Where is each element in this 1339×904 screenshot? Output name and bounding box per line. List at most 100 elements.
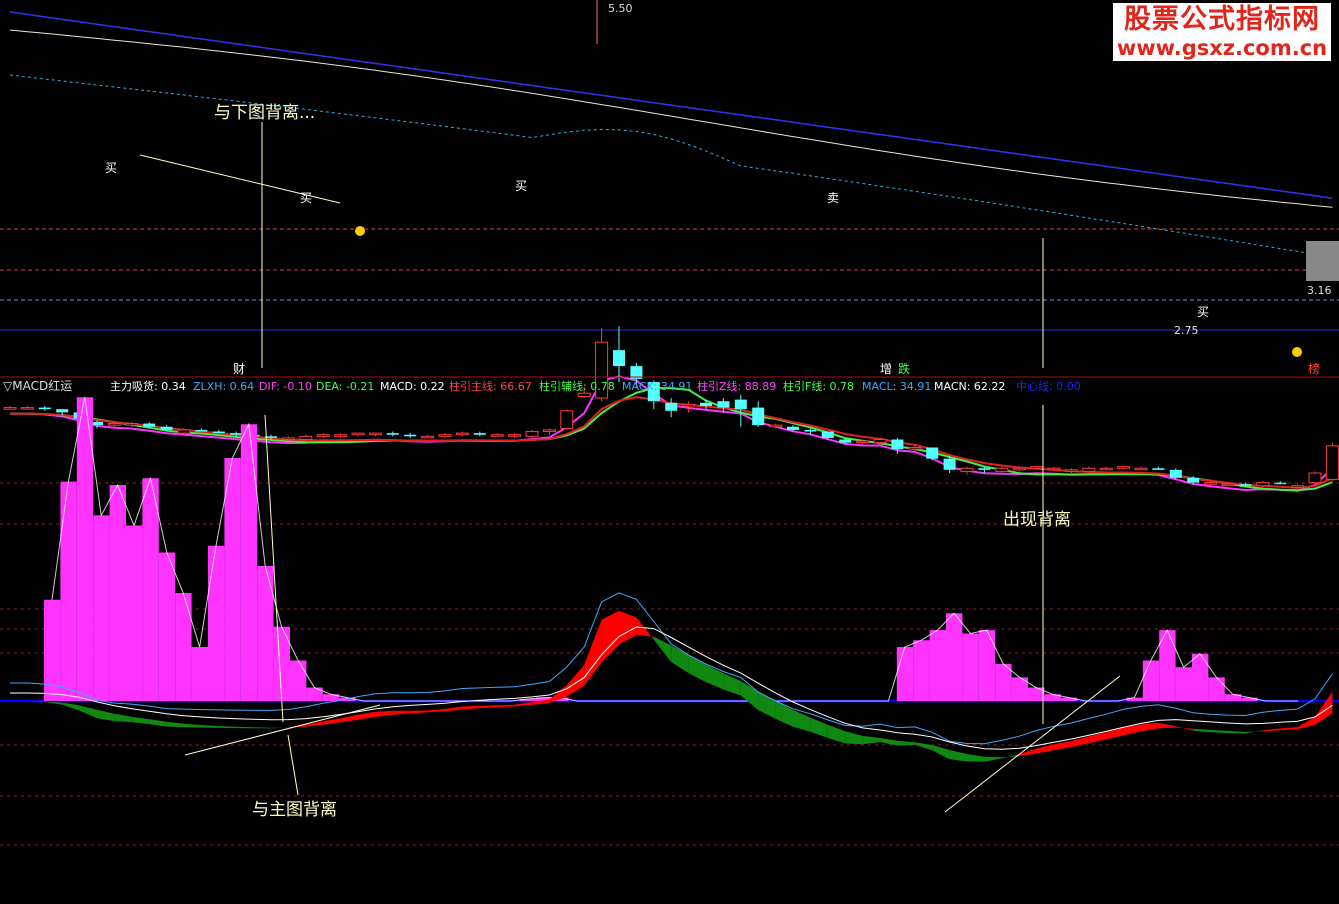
macd-band-segment xyxy=(932,745,950,760)
macd-band-segment xyxy=(880,738,898,746)
macd-band-segment xyxy=(479,705,498,709)
candle xyxy=(1239,484,1252,486)
indicator-field: MACD: 0.22 xyxy=(380,380,445,393)
macd-band-segment xyxy=(218,726,237,729)
candle xyxy=(577,392,591,397)
macd-band-segment xyxy=(358,711,376,720)
candle xyxy=(752,407,765,426)
axis-marker-die: 跌 xyxy=(898,361,910,376)
macd-band-segment xyxy=(97,709,115,722)
histogram-bar xyxy=(1192,653,1209,701)
histogram-bar xyxy=(60,481,77,701)
candle xyxy=(1152,468,1165,470)
histogram-bar xyxy=(224,458,241,701)
candle xyxy=(700,402,712,406)
candle xyxy=(943,458,956,470)
candle xyxy=(1117,466,1131,469)
histogram-bar xyxy=(1142,660,1160,701)
indicator-field: MACK: 34.91 xyxy=(622,380,692,393)
candle xyxy=(787,426,799,430)
histogram-bar xyxy=(995,663,1012,701)
histogram-bar xyxy=(962,633,979,701)
axis-marker-bang: 榜 xyxy=(1308,361,1320,376)
macd-band-segment xyxy=(601,610,619,663)
macd-band-segment xyxy=(1262,728,1281,732)
watermark: 股票公式指标网 www.gsxz.com.cn xyxy=(1113,3,1331,61)
macd-band-segment xyxy=(375,710,393,717)
candle xyxy=(856,440,870,444)
signal-dot xyxy=(1292,347,1302,357)
histogram-bar xyxy=(109,485,126,701)
histogram-bar xyxy=(1208,677,1225,701)
indicator-field: ZLXH: 0.64 xyxy=(193,380,254,393)
candle xyxy=(230,433,243,435)
candle xyxy=(542,429,556,433)
macd-band-segment xyxy=(897,740,915,746)
macd-band-segment xyxy=(1228,731,1246,734)
divergence-note-right: 出现背离 xyxy=(1003,510,1071,530)
macd-band-segment xyxy=(1193,728,1211,733)
axis-marker-zeng: 增 xyxy=(880,362,892,376)
candle xyxy=(3,407,17,410)
candle xyxy=(386,433,399,435)
divergence-note-bottom: 与主图背离 xyxy=(252,800,337,820)
candle xyxy=(177,429,191,434)
candle xyxy=(299,435,313,441)
candle xyxy=(1082,467,1096,472)
watermark-url: www.gsxz.com.cn xyxy=(1116,36,1328,60)
macd-band-segment xyxy=(1245,730,1263,734)
indicator-name[interactable]: ▽MACD红运 xyxy=(3,378,72,393)
buy-mark: 买 xyxy=(515,179,527,193)
macd-band-segment xyxy=(184,723,202,728)
macd-band-segment xyxy=(271,727,289,729)
candle xyxy=(1308,472,1322,484)
macd-band-segment xyxy=(949,750,967,762)
macd-band-segment xyxy=(79,705,97,719)
candle xyxy=(717,401,730,408)
macd-band-segment xyxy=(619,610,637,645)
indicator-field: DIF: -0.10 xyxy=(259,380,312,393)
macd-band-segment xyxy=(845,731,863,745)
histogram-bar xyxy=(896,647,914,701)
candle xyxy=(525,431,539,437)
indicator-field: MACN: 62.22 xyxy=(934,380,1005,393)
macd-band-segment xyxy=(1141,722,1159,732)
histogram-bar xyxy=(93,515,110,701)
candle xyxy=(1064,469,1078,472)
volume-block xyxy=(1306,241,1339,281)
indicator-field: DEA: -0.21 xyxy=(316,380,374,393)
macd-band-segment xyxy=(340,714,358,723)
candle xyxy=(1169,469,1182,478)
macd-band-segment xyxy=(1054,741,1072,751)
indicator-field: 柱引主线: 66.67 xyxy=(449,379,532,393)
indicator-field: 中心线: 0.00 xyxy=(1016,379,1081,393)
candle xyxy=(839,439,852,443)
macd-band-segment xyxy=(514,702,532,707)
indicator-field: 柱引Z线: 88.89 xyxy=(697,379,776,393)
candle xyxy=(455,432,469,436)
price-label-low: 2.75 xyxy=(1174,324,1199,337)
macd-band-segment xyxy=(1175,726,1194,731)
candle xyxy=(56,409,69,413)
candle xyxy=(821,431,834,438)
macd-band-segment xyxy=(1088,732,1107,744)
indicator-field: 主力吸货: 0.34 xyxy=(110,379,186,393)
candle xyxy=(560,410,574,429)
macd-band-segment xyxy=(131,716,150,725)
histogram-bar xyxy=(1175,667,1192,701)
macd-band-segment xyxy=(462,705,480,710)
candle xyxy=(281,437,295,440)
indicator-field: MACL: 34.91 xyxy=(862,380,931,393)
histogram-bar xyxy=(142,478,159,701)
candle xyxy=(995,467,1009,472)
candle xyxy=(368,432,382,436)
macd-band-segment xyxy=(253,727,271,729)
macd-band-segment xyxy=(967,754,985,762)
buy-mark: 买 xyxy=(300,191,312,205)
histogram-bar xyxy=(158,552,176,701)
candle xyxy=(1012,467,1026,471)
histogram-bar xyxy=(175,593,192,701)
axis-marker-cai: 财 xyxy=(233,362,245,376)
candle xyxy=(1187,477,1200,483)
macd-band-segment xyxy=(236,726,254,729)
